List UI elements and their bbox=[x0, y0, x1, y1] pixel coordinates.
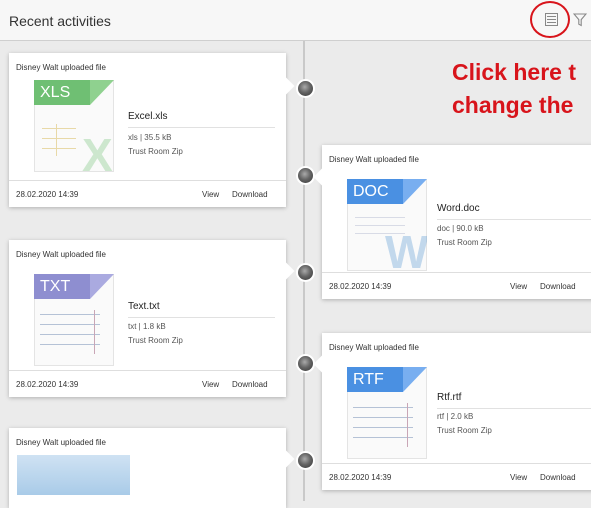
file-meta: xls | 35.5 kB bbox=[128, 133, 172, 142]
timeline-node bbox=[298, 265, 313, 280]
file-type-badge: XLS bbox=[34, 80, 90, 105]
panel-title: Recent activities bbox=[9, 13, 111, 29]
file-name[interactable]: Text.txt bbox=[128, 301, 160, 312]
activity-date: 28.02.2020 14:39 bbox=[329, 473, 392, 482]
activity-date: 28.02.2020 14:39 bbox=[329, 282, 392, 291]
file-meta: rtf | 2.0 kB bbox=[437, 412, 474, 421]
annotation-text-line2: change the bbox=[452, 92, 574, 118]
activity-card: Disney Walt uploaded file DOC W Word.doc… bbox=[313, 145, 591, 299]
file-thumbnail[interactable]: DOC W bbox=[347, 179, 427, 271]
card-footer: 28.02.2020 14:39 View Download bbox=[9, 180, 286, 207]
view-link[interactable]: View bbox=[202, 190, 219, 199]
timeline-node bbox=[298, 168, 313, 183]
file-thumbnail[interactable]: XLS X bbox=[34, 80, 114, 172]
file-room: Trust Room Zip bbox=[437, 238, 492, 247]
activity-date: 28.02.2020 14:39 bbox=[16, 190, 79, 199]
card-footer: 28.02.2020 14:39 View Download bbox=[9, 370, 286, 397]
file-type-badge: TXT bbox=[34, 274, 90, 299]
activity-card: Disney Walt uploaded file bbox=[9, 428, 295, 508]
view-link[interactable]: View bbox=[202, 380, 219, 389]
activity-header: Disney Walt uploaded file bbox=[16, 438, 106, 447]
download-link[interactable]: Download bbox=[540, 473, 576, 482]
file-meta: txt | 1.8 kB bbox=[128, 322, 166, 331]
file-name[interactable]: Rtf.rtf bbox=[437, 392, 461, 403]
file-meta: doc | 90.0 kB bbox=[437, 224, 484, 233]
card-pointer bbox=[313, 168, 331, 186]
activity-header: Disney Walt uploaded file bbox=[329, 343, 419, 352]
view-link[interactable]: View bbox=[510, 473, 527, 482]
timeline-node bbox=[298, 356, 313, 371]
file-type-letter: X bbox=[82, 129, 113, 172]
file-room: Trust Room Zip bbox=[128, 147, 183, 156]
activity-header: Disney Walt uploaded file bbox=[16, 250, 106, 259]
card-pointer bbox=[313, 355, 331, 373]
timeline-node bbox=[298, 453, 313, 468]
activity-header: Disney Walt uploaded file bbox=[329, 155, 419, 164]
file-room: Trust Room Zip bbox=[128, 336, 183, 345]
activity-header: Disney Walt uploaded file bbox=[16, 63, 106, 72]
file-name[interactable]: Excel.xls bbox=[128, 111, 167, 122]
file-room: Trust Room Zip bbox=[437, 426, 492, 435]
card-footer: 28.02.2020 14:39 View Download bbox=[322, 463, 591, 490]
activity-card: Disney Walt uploaded file XLS X Excel.xl… bbox=[9, 53, 295, 207]
filter-icon[interactable] bbox=[573, 13, 587, 27]
file-type-badge: DOC bbox=[347, 179, 403, 204]
activity-card: Disney Walt uploaded file RTF Rtf.rtf rt… bbox=[313, 333, 591, 490]
file-thumbnail[interactable]: RTF bbox=[347, 367, 427, 459]
file-name[interactable]: Word.doc bbox=[437, 203, 480, 214]
file-type-badge: RTF bbox=[347, 367, 403, 392]
file-thumbnail[interactable]: TXT bbox=[34, 274, 114, 366]
timeline-node bbox=[298, 81, 313, 96]
card-pointer bbox=[277, 450, 295, 468]
card-pointer bbox=[277, 77, 295, 95]
file-thumbnail[interactable] bbox=[17, 455, 130, 495]
file-type-letter: W bbox=[385, 226, 427, 271]
activity-card: Disney Walt uploaded file TXT Text.txt t… bbox=[9, 240, 295, 397]
activity-date: 28.02.2020 14:39 bbox=[16, 380, 79, 389]
download-link[interactable]: Download bbox=[232, 190, 268, 199]
view-link[interactable]: View bbox=[510, 282, 527, 291]
card-footer: 28.02.2020 14:39 View Download bbox=[322, 272, 591, 299]
annotation-circle bbox=[530, 1, 570, 38]
download-link[interactable]: Download bbox=[540, 282, 576, 291]
panel-header: Recent activities bbox=[0, 0, 591, 41]
download-link[interactable]: Download bbox=[232, 380, 268, 389]
annotation-text-line1: Click here t bbox=[452, 59, 576, 85]
card-pointer bbox=[277, 262, 295, 280]
